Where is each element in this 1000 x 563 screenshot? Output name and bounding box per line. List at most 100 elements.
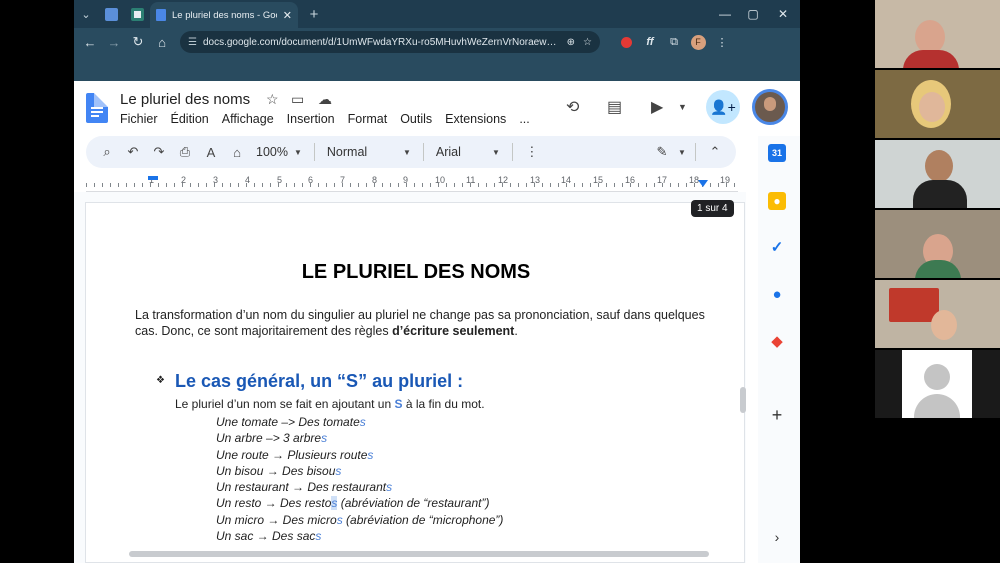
menu-insertion[interactable]: Insertion [287, 112, 335, 126]
zoom-select[interactable]: 100% ▼ [250, 139, 308, 165]
ruler-tick [526, 183, 527, 187]
bookmark-star-icon[interactable]: ☆ [583, 37, 592, 48]
paint-format-icon[interactable]: ⌂ [224, 139, 250, 165]
horizontal-scrollbar[interactable] [129, 551, 709, 557]
star-icon[interactable]: ☆ [266, 91, 279, 108]
keep-icon[interactable]: ● [768, 192, 786, 210]
person-silhouette-icon [924, 364, 950, 390]
url-field[interactable]: ☰ docs.google.com/document/d/1UmWFwdaYRX… [180, 31, 600, 53]
comments-icon[interactable]: ▤ [607, 97, 622, 117]
document-title[interactable]: Le pluriel des noms [120, 91, 250, 108]
plural-s-letter: s [367, 447, 374, 462]
ruler-tick [190, 183, 191, 187]
menu-extensions[interactable]: Extensions [445, 112, 506, 126]
pinned-tab-2[interactable] [124, 3, 150, 25]
meet-camera-icon[interactable]: ▶ [651, 97, 663, 117]
close-window-icon[interactable]: ✕ [768, 0, 798, 28]
ruler-tick [542, 183, 543, 187]
forward-icon[interactable]: → [102, 30, 126, 54]
board-app-icon [130, 7, 144, 21]
collapse-menus-icon[interactable]: ⌃ [702, 139, 728, 165]
reload-icon[interactable]: ↻ [126, 30, 150, 54]
font-select[interactable]: Arial ▼ [430, 139, 506, 165]
plural-s-letter: s [359, 415, 366, 429]
participant-video-5[interactable] [875, 280, 1000, 348]
participant-video-2[interactable] [875, 70, 1000, 138]
participant-face [925, 150, 953, 182]
close-tab-icon[interactable]: ✕ [283, 9, 292, 22]
ruler[interactable]: 112345678910111213141516171819 [86, 172, 738, 192]
ruler-tick [150, 183, 151, 187]
maximize-icon[interactable]: ▢ [738, 0, 768, 28]
home-icon[interactable]: ⌂ [150, 30, 174, 54]
page-indicator: 1 sur 4 [691, 200, 734, 217]
toolbar-divider [422, 143, 424, 161]
account-avatar[interactable] [752, 89, 788, 125]
search-menus-icon[interactable]: ⌕ [94, 139, 120, 165]
move-folder-icon[interactable]: ▭ [291, 91, 304, 108]
participant-video-4[interactable] [875, 210, 1000, 278]
spellcheck-icon[interactable]: A [198, 139, 224, 165]
extension-ff-icon[interactable]: ff [638, 30, 662, 54]
extension-red-icon[interactable] [614, 30, 638, 54]
editing-mode-dropdown-icon[interactable]: ▼ [675, 139, 689, 165]
tasks-icon[interactable]: ✓ [768, 238, 786, 256]
undo-icon[interactable]: ↶ [120, 139, 146, 165]
ruler-tick [614, 183, 615, 187]
new-tab-button[interactable]: + [302, 3, 326, 25]
vertical-scrollbar[interactable] [740, 387, 746, 413]
ruler-tick [326, 183, 327, 187]
menu-format[interactable]: Format [348, 112, 388, 126]
tab-le-pluriel-des-noms[interactable]: Le pluriel des noms - Google D ✕ [150, 2, 298, 28]
section-text: Le pluriel d’un nom se fait en ajoutant … [175, 397, 395, 411]
print-icon[interactable]: ⎙ [172, 139, 198, 165]
minimize-icon[interactable]: — [710, 0, 740, 28]
profile-avatar[interactable]: F [686, 30, 710, 54]
menu-edition[interactable]: Édition [171, 112, 209, 126]
contacts-icon[interactable]: ● [768, 285, 786, 303]
meet-dropdown-icon[interactable]: ▼ [678, 102, 687, 112]
right-indent-marker[interactable] [698, 180, 708, 187]
ruler-tick [86, 183, 87, 187]
editing-mode-pencil-icon[interactable]: ✎ [649, 139, 675, 165]
redo-icon[interactable]: ↷ [146, 139, 172, 165]
participant-video-3[interactable] [875, 140, 1000, 208]
back-icon[interactable]: ← [78, 30, 102, 54]
ruler-tick [310, 183, 311, 187]
docs-logo-icon[interactable] [86, 93, 108, 123]
ruler-tick [654, 183, 655, 187]
browser-banner-area [74, 56, 800, 81]
add-addon-icon[interactable]: + [768, 405, 786, 425]
document-page[interactable]: LE PLURIEL DES NOMS La transformation d’… [85, 202, 745, 563]
menu-outils[interactable]: Outils [400, 112, 432, 126]
history-icon[interactable]: ⟲ [566, 97, 579, 117]
ruler-tick [430, 183, 431, 187]
browser-menu-icon[interactable]: ⋮ [710, 30, 734, 54]
chevron-down-icon: ▼ [402, 147, 411, 157]
participant-video-1[interactable] [875, 0, 1000, 68]
cloud-status-icon[interactable]: ☁ [318, 91, 332, 108]
zoom-icon[interactable]: ⊕ [567, 37, 575, 48]
left-indent-marker[interactable] [148, 176, 158, 180]
ruler-tick [534, 183, 535, 187]
calendar-icon[interactable]: 31 [768, 144, 786, 162]
tab-search-button[interactable]: ⌄ [74, 3, 98, 25]
tab-title: Le pluriel des noms - Google D [172, 9, 277, 21]
ruler-tick [182, 183, 183, 187]
ruler-tick [118, 183, 119, 187]
more-options-icon[interactable]: ⋮ [519, 139, 545, 165]
menu-affichage[interactable]: Affichage [222, 112, 274, 126]
menu-more[interactable]: ... [519, 112, 529, 126]
maps-icon[interactable]: ◆ [768, 332, 786, 350]
ruler-tick [222, 183, 223, 187]
pinned-tab-1[interactable] [98, 3, 124, 25]
share-button[interactable]: 👤+ [706, 90, 740, 124]
ruler-number: 12 [498, 175, 509, 185]
menu-fichier[interactable]: Fichier [120, 112, 158, 126]
participant-video-6[interactable] [875, 350, 1000, 418]
site-info-icon[interactable]: ☰ [188, 37, 197, 48]
paragraph-style-select[interactable]: Normal ▼ [321, 139, 417, 165]
expand-panel-icon[interactable]: › [768, 528, 786, 546]
extensions-puzzle-icon[interactable]: ⧉ [662, 30, 686, 54]
ruler-tick [390, 183, 391, 187]
